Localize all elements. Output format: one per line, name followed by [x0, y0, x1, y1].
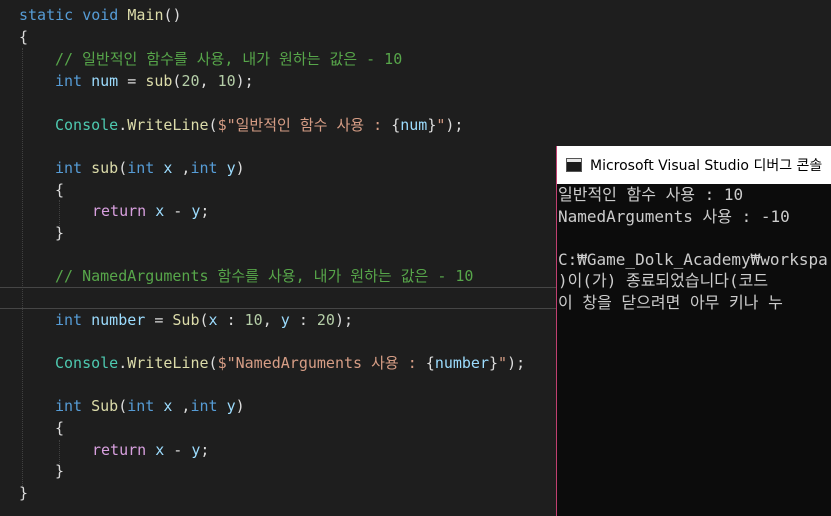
console-app-icon [566, 158, 582, 172]
indent-guide [22, 48, 23, 488]
console-output-line: 이 창을 닫으려면 아무 키나 누 [558, 292, 783, 312]
code-line-comment: // 일반적인 함수를 사용, 내가 원하는 값은 - 10 [55, 50, 403, 68]
code-line-close-brace: } [19, 484, 29, 502]
code-line-open-brace: { [19, 28, 29, 46]
code-line-local-function-signature: int sub(int x ,int y) [55, 159, 245, 177]
debug-console-window[interactable]: Microsoft Visual Studio 디버그 콘솔 일반적인 함수 사… [556, 146, 831, 516]
code-line-return: return x - y; [92, 441, 210, 459]
code-line-num-declaration: int num = sub(20, 10); [55, 72, 254, 90]
code-line-writeline: Console.WriteLine($"NamedArguments 사용 : … [55, 354, 526, 372]
code-line-number-declaration: int number = Sub(x : 10, y : 20); [55, 311, 354, 329]
console-title: Microsoft Visual Studio 디버그 콘솔 [590, 158, 823, 174]
console-output-line: C:₩Game_Dolk_Academy₩workspa [558, 249, 828, 269]
code-line-writeline: Console.WriteLine($"일반적인 함수 사용 : {num}")… [55, 116, 464, 134]
console-output: 일반적인 함수 사용 : 10 NamedArguments 사용 : -10 … [558, 184, 831, 313]
code-line-method-signature: static void Main() [19, 6, 182, 24]
code-line-open-brace: { [55, 419, 65, 437]
code-line-close-brace: } [55, 224, 65, 242]
console-output-line: )이(가) 종료되었습니다(코드 [558, 271, 769, 290]
code-line-close-brace: } [55, 462, 65, 480]
code-line-comment: // NamedArguments 함수를 사용, 내가 원하는 값은 - 10 [55, 267, 474, 285]
code-line-return: return x - y; [92, 202, 210, 220]
console-output-line: 일반적인 함수 사용 : 10 [558, 185, 744, 204]
console-titlebar[interactable]: Microsoft Visual Studio 디버그 콘솔 [557, 146, 831, 184]
code-line-open-brace: { [55, 181, 65, 199]
console-output-line: NamedArguments 사용 : -10 [558, 206, 790, 226]
code-line-local-function-signature: int Sub(int x ,int y) [55, 397, 245, 415]
